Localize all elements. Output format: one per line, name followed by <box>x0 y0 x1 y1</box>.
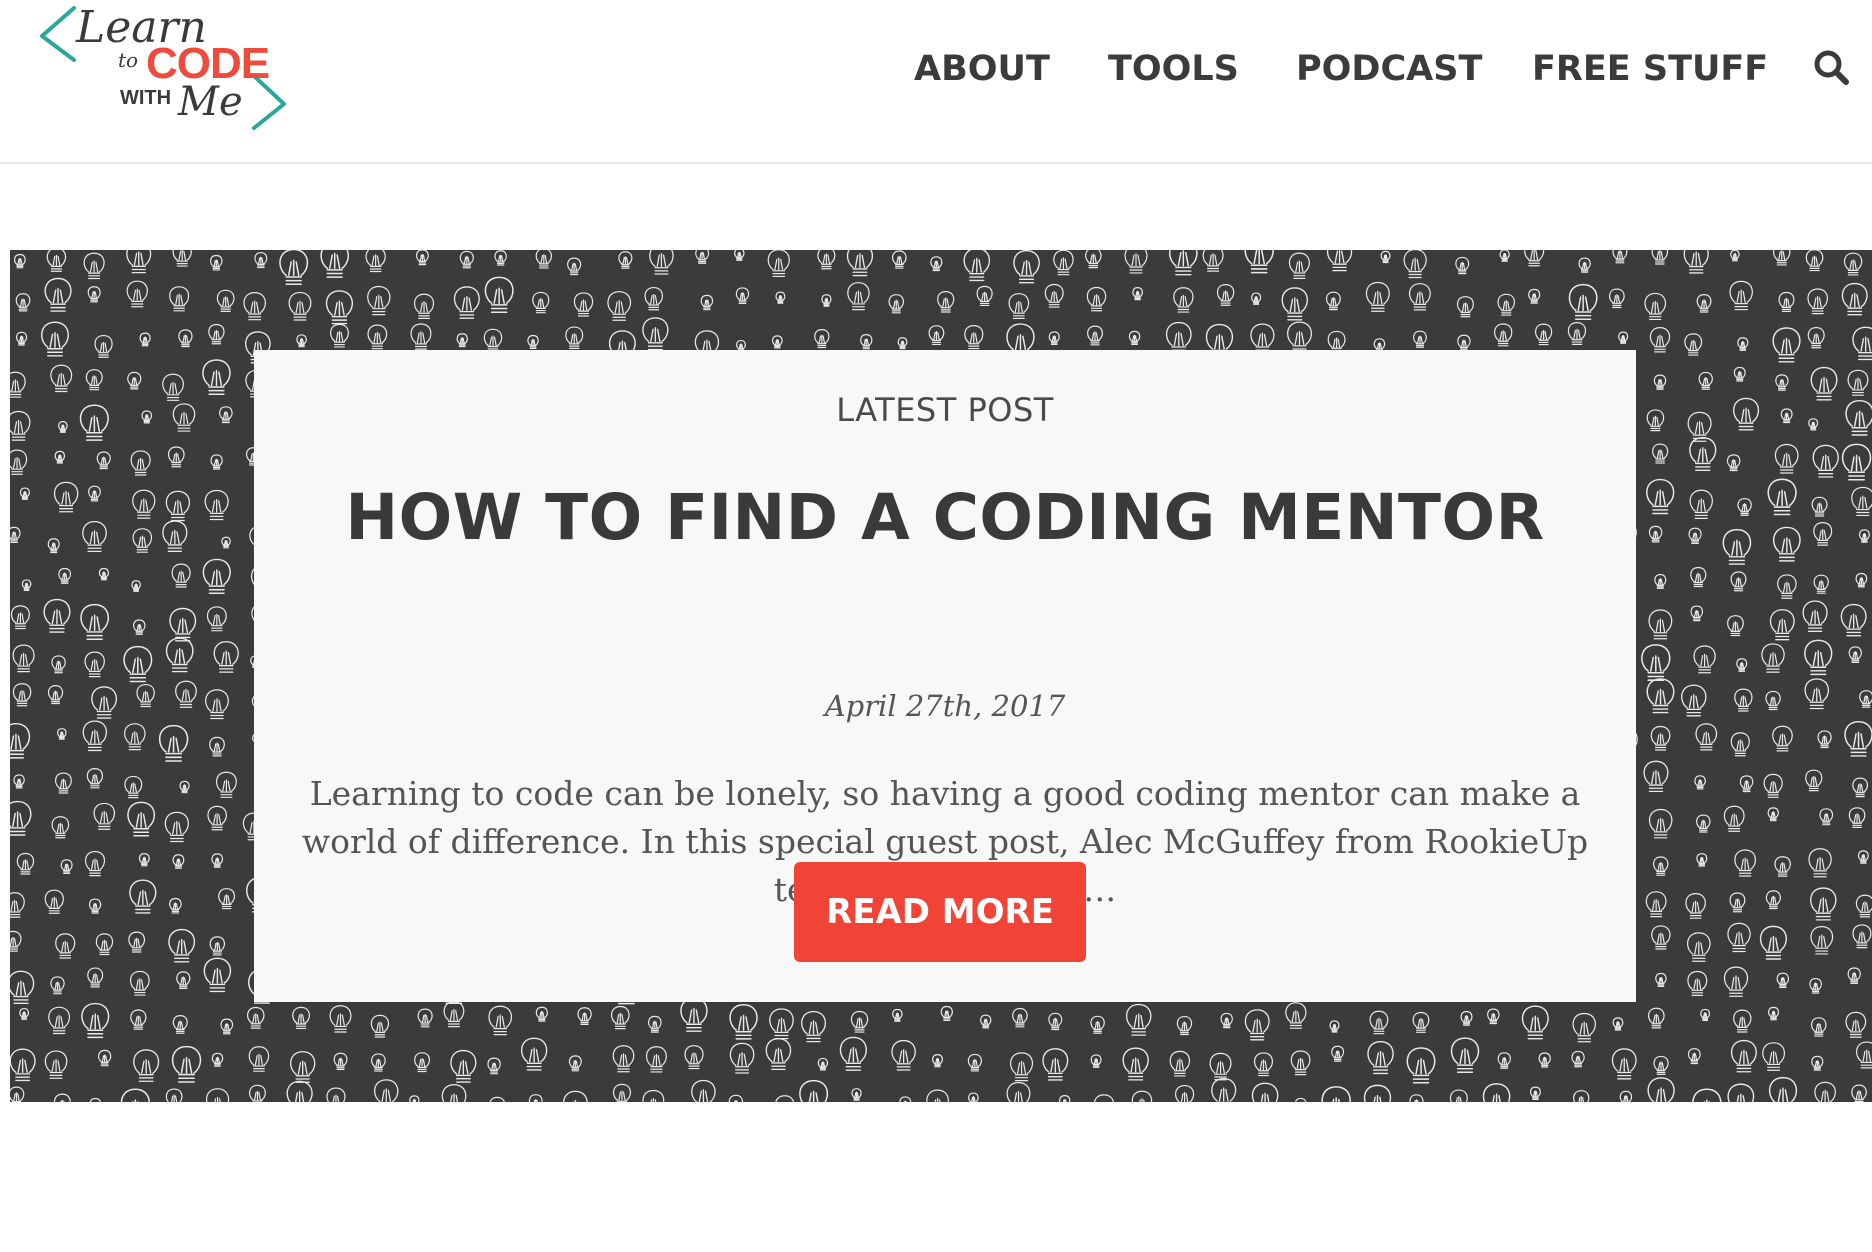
nav-item-about[interactable]: ABOUT <box>914 44 1050 94</box>
latest-post-card: LATEST POST HOW TO FIND A CODING MENTOR … <box>254 350 1636 1002</box>
logo-text-with: WITH <box>120 87 172 109</box>
logo-text-me: Me <box>178 79 243 125</box>
logo-text-to: to <box>118 48 139 72</box>
read-more-button[interactable]: READ MORE <box>794 862 1086 962</box>
post-title[interactable]: HOW TO FIND A CODING MENTOR <box>254 486 1636 549</box>
nav-item-tools[interactable]: TOOLS <box>1108 44 1239 94</box>
search-icon <box>1814 50 1849 85</box>
nav-item-free-stuff[interactable]: FREE STUFF <box>1532 44 1768 94</box>
site-header: Learn to CODE WITH Me ABOUT TOOLS PODCAS… <box>0 0 1872 164</box>
latest-post-hero: LATEST POST HOW TO FIND A CODING MENTOR … <box>10 250 1872 1102</box>
latest-post-label: LATEST POST <box>836 391 1054 429</box>
site-logo[interactable]: Learn to CODE WITH Me <box>30 0 290 140</box>
nav-item-podcast[interactable]: PODCAST <box>1296 44 1482 94</box>
search-button[interactable] <box>1812 48 1852 88</box>
post-date: April 27th, 2017 <box>824 689 1066 723</box>
